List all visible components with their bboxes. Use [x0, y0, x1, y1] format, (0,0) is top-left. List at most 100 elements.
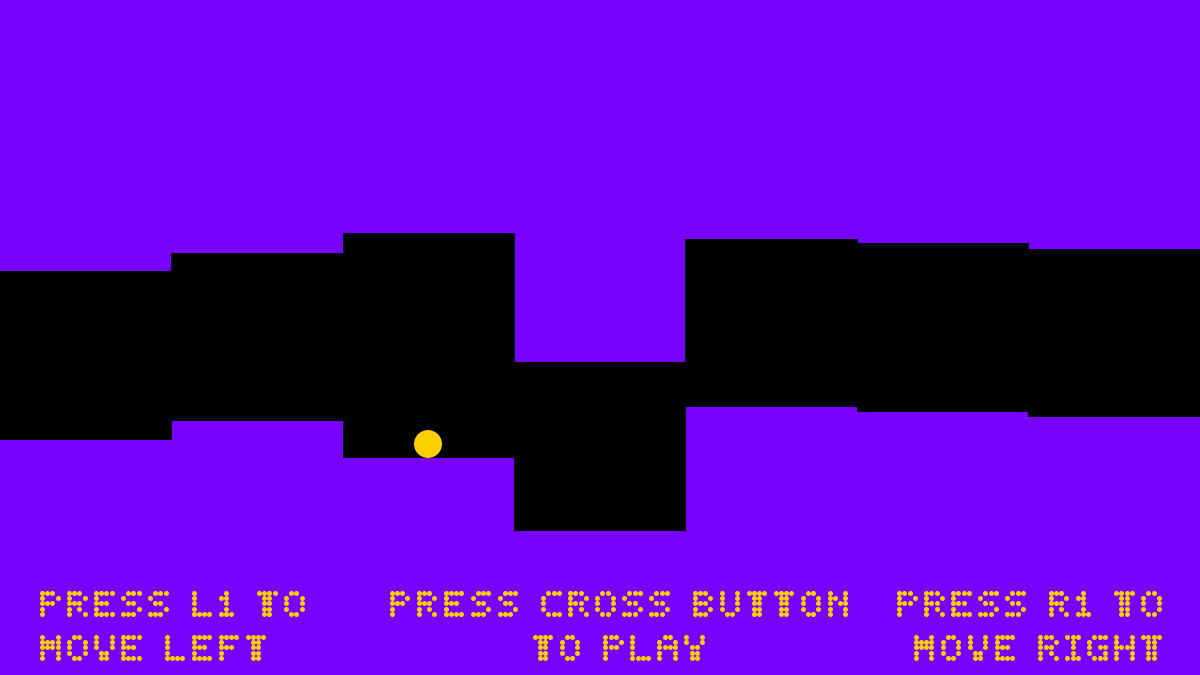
text-dot [416, 611, 422, 617]
text-dot [1151, 611, 1157, 617]
text-dot [583, 596, 589, 602]
text-dot [432, 596, 438, 602]
text-dot [191, 611, 197, 617]
text-dot [913, 650, 919, 656]
text-dot [773, 591, 779, 596]
text-dot [1043, 635, 1049, 640]
text-dot [480, 611, 486, 617]
text-dot [800, 601, 806, 607]
text-dot [131, 645, 137, 651]
text-dot [966, 591, 972, 596]
text-dot [605, 611, 611, 617]
text-dot [136, 655, 142, 661]
text-dot [55, 650, 61, 656]
text-dot [299, 601, 305, 607]
text-dot [667, 635, 673, 640]
text-dot [202, 645, 207, 651]
text-dot [978, 596, 984, 602]
text-dot [1065, 655, 1071, 661]
text-dot [256, 650, 261, 656]
text-dot [1092, 635, 1098, 640]
text-dot [832, 596, 838, 602]
text-dot [568, 611, 574, 617]
text-dot [77, 606, 83, 612]
text-dot [421, 601, 427, 607]
text-dot [1010, 635, 1016, 640]
text-dot [630, 650, 636, 656]
tunnel-segment [1028, 249, 1200, 417]
dot-text-left-line1 [40, 591, 305, 619]
text-dot [55, 655, 61, 661]
text-dot [256, 655, 261, 661]
text-dot [627, 611, 633, 617]
text-dot [191, 645, 197, 651]
instruction-center-line2: TO PLAY [0, 0, 1, 1]
text-dot [67, 645, 72, 651]
text-dot [443, 601, 449, 607]
text-dot [399, 591, 405, 596]
text-dot [637, 606, 643, 612]
text-dot [570, 635, 576, 640]
text-dot [672, 645, 678, 651]
text-dot [502, 601, 508, 607]
text-dot [131, 601, 137, 607]
text-dot [897, 606, 903, 612]
tunnel-segment [171, 253, 344, 421]
text-dot [191, 601, 197, 607]
text-dot [956, 591, 962, 596]
text-dot [67, 606, 72, 612]
text-dot [811, 591, 817, 596]
text-dot [578, 591, 584, 596]
text-dot [470, 611, 476, 617]
text-dot [1043, 645, 1049, 651]
text-dot [811, 611, 817, 617]
instruction-right-line1: PRESS R1 TO [0, 0, 1, 1]
instruction-left-line1: PRESS L1 TO [0, 0, 1, 1]
text-dot [1010, 591, 1016, 596]
text-dot [924, 611, 930, 617]
text-dot [131, 635, 137, 640]
text-dot [234, 635, 240, 640]
game-canvas[interactable]: PRESS L1 TO MOVE LEFT PRESS CROSS BUTTON… [0, 0, 1200, 675]
text-dot [67, 650, 72, 656]
text-dot [757, 601, 763, 607]
text-dot [735, 606, 741, 612]
text-dot [218, 650, 224, 656]
text-dot [924, 606, 930, 612]
text-dot [1064, 596, 1070, 602]
text-dot [104, 591, 110, 596]
text-dot [502, 611, 508, 617]
text-dot [573, 601, 579, 607]
text-dot [164, 650, 170, 656]
text-dot [470, 596, 476, 602]
text-dot [719, 601, 725, 607]
text-dot [843, 601, 849, 607]
text-dot [256, 645, 261, 651]
text-dot [158, 601, 164, 607]
text-dot [551, 591, 557, 596]
text-dot [684, 640, 690, 646]
text-dot [613, 635, 619, 640]
text-dot [608, 635, 614, 640]
text-dot [1151, 655, 1157, 661]
text-dot [546, 611, 552, 617]
text-dot [497, 596, 503, 602]
text-dot [757, 606, 763, 612]
text-dot [559, 645, 565, 651]
text-dot [1075, 655, 1081, 661]
text-dot [543, 645, 549, 651]
text-dot [426, 606, 432, 612]
text-dot [1070, 650, 1076, 656]
text-dot [394, 601, 400, 607]
text-dot [730, 611, 736, 617]
text-dot [573, 591, 579, 596]
text-dot [913, 655, 919, 661]
text-dot [136, 635, 142, 640]
text-dot [983, 591, 989, 596]
text-dot [207, 655, 213, 661]
text-dot [1015, 601, 1021, 607]
text-dot [40, 655, 45, 661]
text-dot [994, 650, 1000, 656]
text-dot [1119, 645, 1125, 651]
text-dot [934, 591, 940, 596]
